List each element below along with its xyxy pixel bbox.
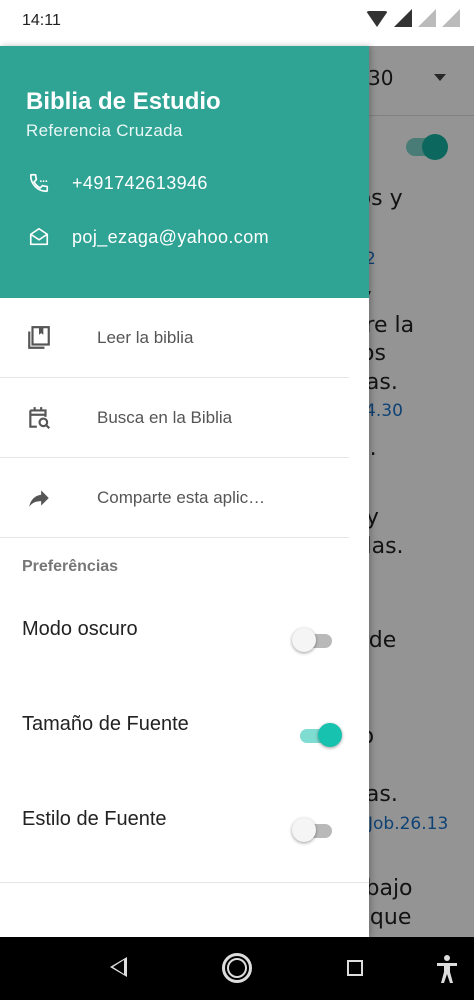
system-nav-bar bbox=[0, 937, 474, 1000]
wifi-icon bbox=[366, 11, 388, 27]
recents-icon[interactable] bbox=[347, 960, 363, 976]
contact-email: poj_ezaga@yahoo.com bbox=[72, 226, 269, 247]
battery-icon bbox=[442, 9, 460, 27]
switch-knob bbox=[292, 818, 316, 842]
pref-label: Estilo de Fuente bbox=[22, 808, 167, 830]
contact-phone-row[interactable]: +491742613946 bbox=[26, 170, 208, 196]
phone-icon bbox=[26, 170, 52, 196]
pref-dark-mode[interactable]: Modo oscuro bbox=[0, 606, 369, 686]
pref-label: Tamaño de Fuente bbox=[22, 713, 189, 735]
menu-item-label: Busca en la Biblia bbox=[97, 407, 233, 427]
book-bookmark-icon bbox=[26, 324, 52, 352]
menu-item-label: Leer la biblia bbox=[97, 327, 194, 347]
switch-knob bbox=[318, 723, 342, 747]
signal-icon bbox=[394, 9, 412, 27]
calendar-search-icon bbox=[26, 404, 52, 432]
share-arrow-icon bbox=[26, 484, 52, 512]
contact-email-row[interactable]: poj_ezaga@yahoo.com bbox=[26, 224, 269, 250]
menu-item-label: Comparte esta aplic… bbox=[97, 487, 266, 507]
accessibility-icon[interactable] bbox=[436, 954, 458, 989]
navigation-drawer: Biblia de Estudio Referencia Cruzada +49… bbox=[0, 46, 369, 937]
drawer-header: Biblia de Estudio Referencia Cruzada +49… bbox=[0, 46, 369, 298]
menu-item-search-bible[interactable]: Busca en la Biblia bbox=[0, 378, 349, 458]
status-time: 14:11 bbox=[22, 12, 61, 29]
status-icons bbox=[366, 9, 460, 27]
menu-item-share-app[interactable]: Comparte esta aplic… bbox=[0, 458, 349, 538]
dark-mode-switch[interactable] bbox=[292, 628, 336, 652]
pref-font-style[interactable]: Estilo de Fuente bbox=[0, 796, 369, 876]
app-title: Biblia de Estudio bbox=[26, 88, 221, 115]
email-icon bbox=[26, 224, 52, 250]
contact-phone: +491742613946 bbox=[72, 172, 208, 193]
signal-icon bbox=[418, 9, 436, 27]
switch-knob bbox=[292, 628, 316, 652]
home-icon-inner bbox=[227, 958, 247, 978]
app-subtitle: Referencia Cruzada bbox=[26, 121, 183, 140]
drawer-divider bbox=[0, 882, 369, 883]
font-size-switch[interactable] bbox=[300, 723, 342, 747]
font-style-switch[interactable] bbox=[292, 818, 336, 842]
preferences-header: Preferências bbox=[22, 558, 119, 575]
pref-label: Modo oscuro bbox=[22, 618, 138, 640]
back-icon-inner bbox=[113, 960, 124, 974]
pref-font-size[interactable]: Tamaño de Fuente bbox=[0, 701, 369, 781]
menu-item-read-bible[interactable]: Leer la biblia bbox=[0, 298, 349, 378]
status-bar: 14:11 bbox=[0, 0, 474, 46]
